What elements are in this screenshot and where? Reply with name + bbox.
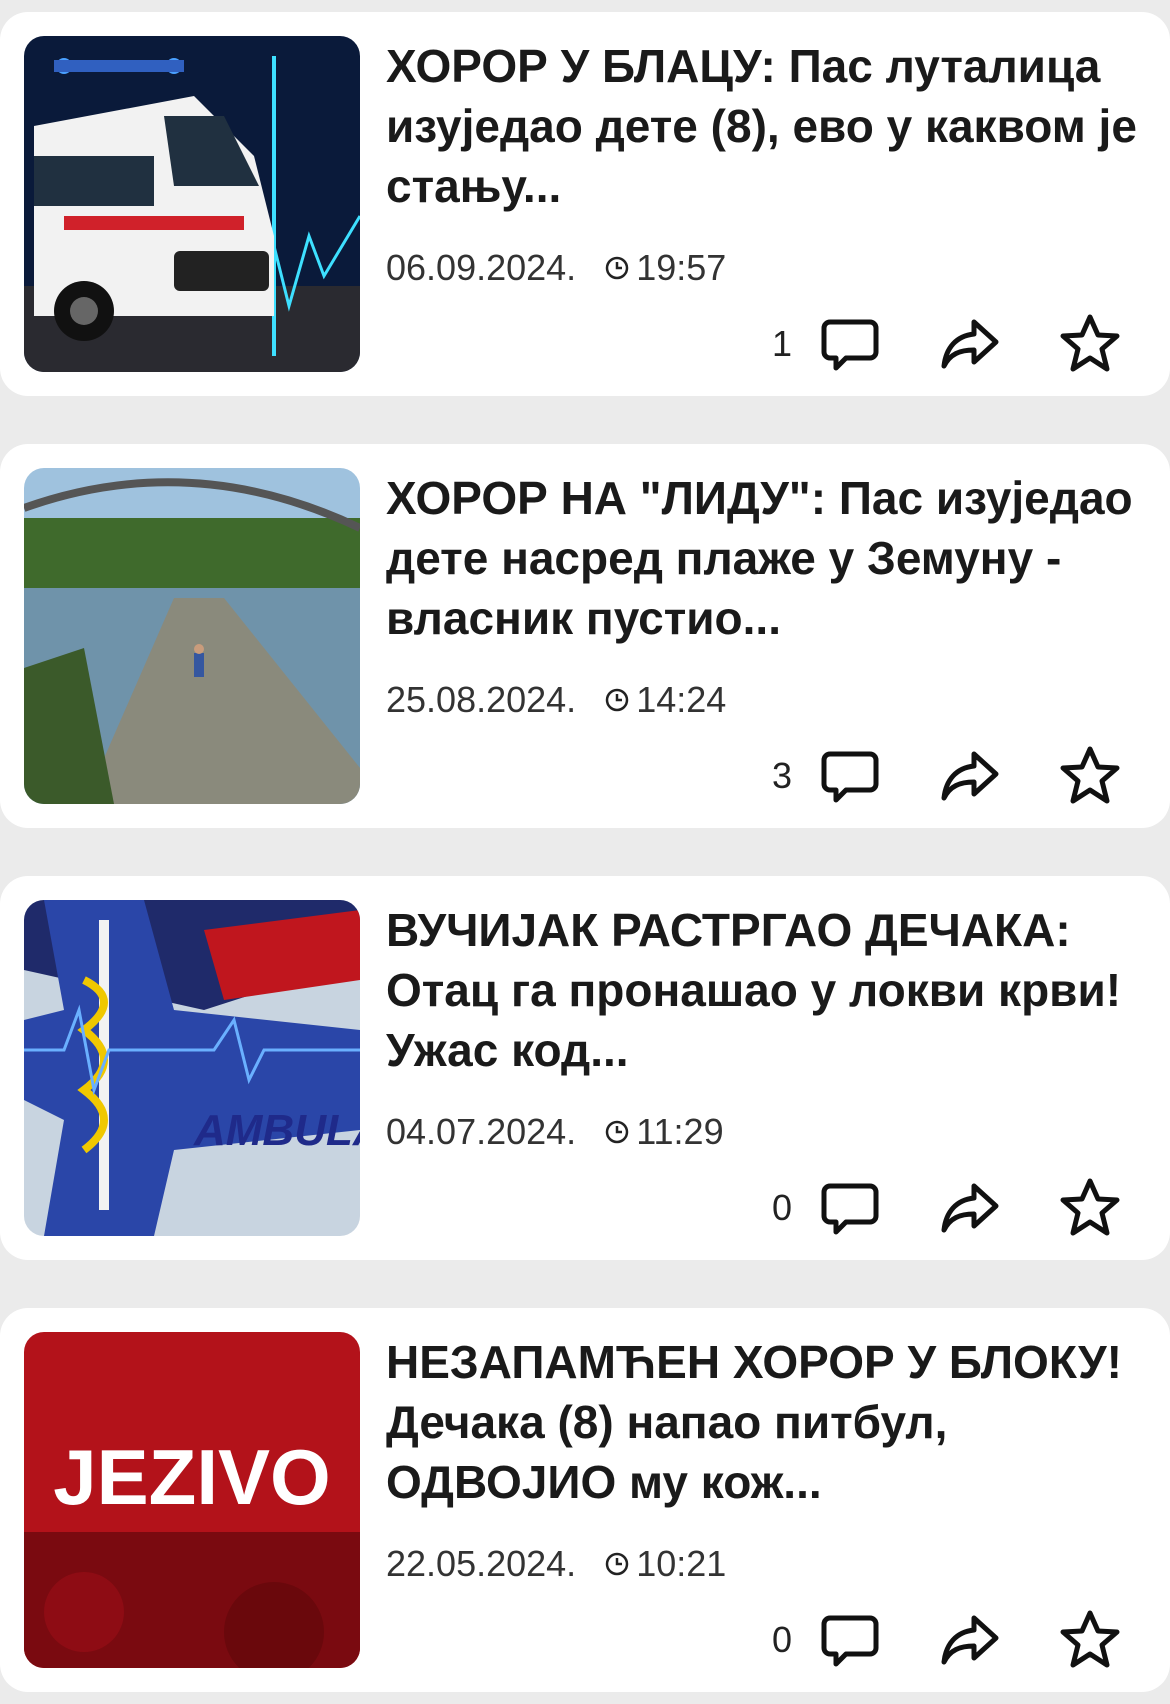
comment-icon[interactable] (818, 1608, 882, 1672)
star-icon[interactable] (1058, 1608, 1122, 1672)
article-meta: 22.05.2024. 10:21 (386, 1543, 726, 1585)
clock-icon (605, 688, 629, 712)
clock-icon (605, 1120, 629, 1144)
article-time: 11:29 (604, 1111, 724, 1153)
article-actions: 0 (772, 1176, 1122, 1240)
article-actions: 3 (772, 744, 1122, 808)
article-time-text: 10:21 (636, 1543, 727, 1584)
share-icon[interactable] (938, 1176, 1002, 1240)
star-icon[interactable] (1058, 744, 1122, 808)
article-card[interactable]: ХОРОР У БЛАЦУ: Пас луталица изујeдао дет… (0, 12, 1170, 396)
article-title[interactable]: ВУЧИЈАК РАСТРГАО ДЕЧАКА: Отац га пронаша… (386, 900, 1156, 1080)
comment-icon[interactable] (818, 312, 882, 376)
news-feed: ХОРОР У БЛАЦУ: Пас луталица изујeдао дет… (0, 0, 1170, 1704)
article-time-text: 19:57 (636, 247, 727, 288)
star-icon[interactable] (1058, 312, 1122, 376)
article-date: 06.09.2024. (386, 247, 577, 288)
article-thumbnail-jezivo[interactable]: JEZIVO (24, 1332, 360, 1668)
article-time: 10:21 (604, 1543, 726, 1585)
article-card[interactable]: JEZIVO НЕЗАПАМЋЕН ХОРОР У БЛОКУ! Дечака … (0, 1308, 1170, 1692)
article-title[interactable]: ХОРОР НА "ЛИДУ": Пас изујeдао дете насре… (386, 468, 1156, 648)
star-icon[interactable] (1058, 1176, 1122, 1240)
article-thumbnail-ambulance-logo[interactable]: AMBULAN (24, 900, 360, 1236)
clock-icon (605, 256, 629, 280)
article-time-text: 11:29 (636, 1111, 724, 1152)
share-icon[interactable] (938, 312, 1002, 376)
article-actions: 0 (772, 1608, 1122, 1672)
clock-icon (605, 1552, 629, 1576)
share-icon[interactable] (938, 1608, 1002, 1672)
comment-count: 3 (771, 755, 792, 796)
ambulance-label: AMBULAN (193, 1106, 360, 1155)
article-card[interactable]: ХОРОР НА "ЛИДУ": Пас изујeдао дете насре… (0, 444, 1170, 828)
article-date: 22.05.2024. (386, 1543, 577, 1584)
article-thumbnail-beach[interactable] (24, 468, 360, 804)
article-title[interactable]: ХОРОР У БЛАЦУ: Пас луталица изујeдао дет… (386, 36, 1156, 216)
article-date: 04.07.2024. (386, 1111, 577, 1152)
article-title[interactable]: НЕЗАПАМЋЕН ХОРОР У БЛОКУ! Дечака (8) нап… (386, 1332, 1156, 1512)
comment-count: 0 (771, 1619, 792, 1660)
article-date: 25.08.2024. (386, 679, 577, 720)
article-actions: 1 (772, 312, 1122, 376)
article-meta: 04.07.2024. 11:29 (386, 1111, 724, 1153)
article-meta: 06.09.2024. 19:57 (386, 247, 726, 289)
share-icon[interactable] (938, 744, 1002, 808)
article-thumbnail-ambulance[interactable] (24, 36, 360, 372)
comment-icon[interactable] (818, 744, 882, 808)
comment-icon[interactable] (818, 1176, 882, 1240)
article-time: 19:57 (604, 247, 726, 289)
article-meta: 25.08.2024. 14:24 (386, 679, 726, 721)
comment-count: 1 (771, 323, 792, 364)
article-card[interactable]: AMBULAN ВУЧИЈАК РАСТРГАО ДЕЧАКА: Отац га… (0, 876, 1170, 1260)
article-time-text: 14:24 (636, 679, 727, 720)
article-time: 14:24 (604, 679, 726, 721)
comment-count: 0 (771, 1187, 792, 1228)
jezivo-label: JEZIVO (53, 1433, 330, 1521)
